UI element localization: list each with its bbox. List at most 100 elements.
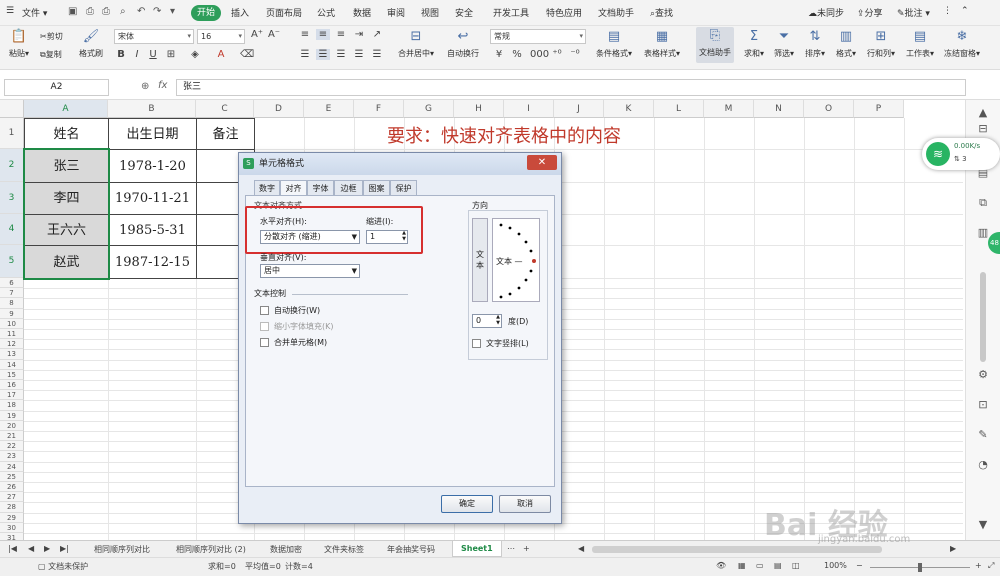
tab-formula[interactable]: 公式 <box>317 6 335 19</box>
cut-button[interactable]: ✂剪切 <box>40 31 63 42</box>
table-cell[interactable]: 1970-11-21 <box>108 182 197 215</box>
copy-button[interactable]: ⧉复制 <box>40 49 62 60</box>
font-grow-icon[interactable]: A⁺ <box>250 29 264 40</box>
row-header-27[interactable]: 27 <box>0 492 24 503</box>
preview-icon[interactable]: ⌕ <box>120 6 126 17</box>
zoom-search-icon[interactable]: ⊕ <box>141 81 149 92</box>
indent-icon[interactable]: ⇥ <box>352 29 366 40</box>
export-icon[interactable]: ⎙ <box>86 6 94 17</box>
undo-icon[interactable]: ↶ <box>137 6 145 17</box>
table-cell[interactable]: 赵武 <box>24 245 109 279</box>
v-align-select[interactable]: 居中 ▼ <box>260 264 360 278</box>
search-button[interactable]: ⌕查找 <box>650 6 673 19</box>
redo-icon[interactable]: ↷ <box>153 6 161 17</box>
row-header-21[interactable]: 21 <box>0 431 24 442</box>
format-painter-button[interactable]: 🖌 格式刷 <box>76 28 106 59</box>
row-header-8[interactable]: 8 <box>0 298 24 309</box>
scroll-down-icon[interactable]: ▼ <box>975 518 991 534</box>
filter-button[interactable]: ⏷ 筛选▾ <box>771 28 797 59</box>
table-header-cell[interactable]: 姓名 <box>24 118 109 150</box>
hscroll-left-icon[interactable]: ◀ <box>578 544 584 553</box>
sidebar-tool-5-icon[interactable]: ✎ <box>975 428 991 444</box>
table-header-cell[interactable]: 备注 <box>196 118 255 150</box>
protect-status[interactable]: ▢ 文档未保护 <box>38 561 88 572</box>
column-header-b[interactable]: B <box>108 100 196 118</box>
add-sheet-icon[interactable]: + <box>523 544 530 553</box>
table-cell[interactable]: 王六六 <box>24 214 109 246</box>
table-style-button[interactable]: ▦ 表格样式▾ <box>642 28 682 59</box>
sidebar-tool-3-icon[interactable]: ⚙ <box>975 368 991 384</box>
fullscreen-icon[interactable]: ⤢ <box>988 561 994 571</box>
dialog-tab-3[interactable]: 边框 <box>334 180 363 196</box>
tab-doc-assistant[interactable]: 文档助手 <box>598 6 634 19</box>
column-header-j[interactable]: J <box>554 100 604 118</box>
sort-button[interactable]: ⇅ 排序▾ <box>802 28 828 59</box>
column-header-o[interactable]: O <box>804 100 854 118</box>
fill-color-icon[interactable]: ◈ <box>188 49 202 60</box>
save-icon[interactable]: ▣ <box>68 6 77 17</box>
sidebar-tool-6-icon[interactable]: ◔ <box>975 458 991 474</box>
row-header-14[interactable]: 14 <box>0 359 24 370</box>
orientation-icon[interactable]: ↗ <box>370 29 384 40</box>
row-header-11[interactable]: 11 <box>0 329 24 340</box>
column-header-g[interactable]: G <box>404 100 454 118</box>
table-cell[interactable]: 1985-5-31 <box>108 214 197 246</box>
worksheet-button[interactable]: ▤ 工作表▾ <box>903 28 937 59</box>
column-header-a[interactable]: A <box>24 100 108 118</box>
row-header-20[interactable]: 20 <box>0 420 24 431</box>
file-menu[interactable]: 文件 ▾ <box>22 6 47 19</box>
column-header-h[interactable]: H <box>454 100 504 118</box>
prev-sheet-icon[interactable]: ◀ <box>28 544 34 553</box>
row-header-19[interactable]: 19 <box>0 410 24 421</box>
row-header-1[interactable]: 1 <box>0 118 24 149</box>
zoom-slider-thumb[interactable] <box>918 563 922 572</box>
column-header-c[interactable]: C <box>196 100 254 118</box>
comment-button[interactable]: ✎批注 ▾ <box>897 6 930 19</box>
vertical-text-checkbox[interactable] <box>472 339 481 348</box>
first-sheet-icon[interactable]: |◀ <box>8 544 17 553</box>
tab-data[interactable]: 数据 <box>353 6 371 19</box>
align-middle-icon[interactable]: ≡ <box>316 29 330 40</box>
column-header-n[interactable]: N <box>754 100 804 118</box>
tab-security[interactable]: 安全 <box>455 6 473 19</box>
row-header-28[interactable]: 28 <box>0 502 24 513</box>
table-cell[interactable]: 张三 <box>24 149 109 183</box>
tab-page-layout[interactable]: 页面布局 <box>266 6 302 19</box>
orientation-dial[interactable]: 文本 — <box>492 218 540 302</box>
italic-icon[interactable]: I <box>130 49 144 60</box>
table-cell[interactable]: 李四 <box>24 182 109 215</box>
align-top-icon[interactable]: ≡ <box>298 29 312 40</box>
indent-stepper[interactable]: 1 ▲ ▼ <box>366 230 408 244</box>
degree-stepper[interactable]: 0 ▲ ▼ <box>472 314 502 328</box>
view-mode-icon[interactable]: 👁 <box>716 561 726 570</box>
row-header-5[interactable]: 5 <box>0 245 24 278</box>
clear-icon[interactable]: ⌫ <box>240 49 254 60</box>
name-box[interactable]: A2 <box>4 79 109 96</box>
merge-checkbox[interactable] <box>260 338 269 347</box>
zoom-in-icon[interactable]: + <box>975 561 982 570</box>
column-header-l[interactable]: L <box>654 100 704 118</box>
network-speed-widget[interactable]: ≋ 0.00K/s ⇅ 3 <box>922 138 1000 170</box>
align-center-icon[interactable]: ☰ <box>316 49 330 60</box>
collapse-ribbon-icon[interactable]: ⌃ <box>961 6 969 16</box>
sheet-tab[interactable]: 相同顺序列对比 <box>94 544 150 555</box>
hamburger-icon[interactable]: ☰ <box>6 6 14 16</box>
column-header-m[interactable]: M <box>704 100 754 118</box>
sync-status[interactable]: ☁未同步 <box>808 6 844 19</box>
distribute-icon[interactable]: ☰ <box>370 49 384 60</box>
percent-icon[interactable]: % <box>510 49 524 60</box>
freeze-panes-button[interactable]: ❄ 冻结窗格▾ <box>942 28 982 59</box>
row-header-16[interactable]: 16 <box>0 380 24 391</box>
currency-icon[interactable]: ¥ <box>492 49 506 60</box>
more-sheets-icon[interactable]: ⋯ <box>507 544 515 553</box>
sheet-tab[interactable]: 相同顺序列对比 (2) <box>176 544 246 555</box>
page-break-icon[interactable]: ▤ <box>774 561 782 570</box>
stepper-arrows-icon[interactable]: ▲ ▼ <box>402 230 406 242</box>
dialog-tab-0[interactable]: 数字 <box>254 180 280 196</box>
tab-start[interactable]: 开始 <box>191 5 221 21</box>
column-header-d[interactable]: D <box>254 100 304 118</box>
font-size-select[interactable]: 16 ▾ <box>197 29 245 44</box>
column-header-f[interactable]: F <box>354 100 404 118</box>
row-header-29[interactable]: 29 <box>0 512 24 523</box>
row-header-12[interactable]: 12 <box>0 339 24 350</box>
